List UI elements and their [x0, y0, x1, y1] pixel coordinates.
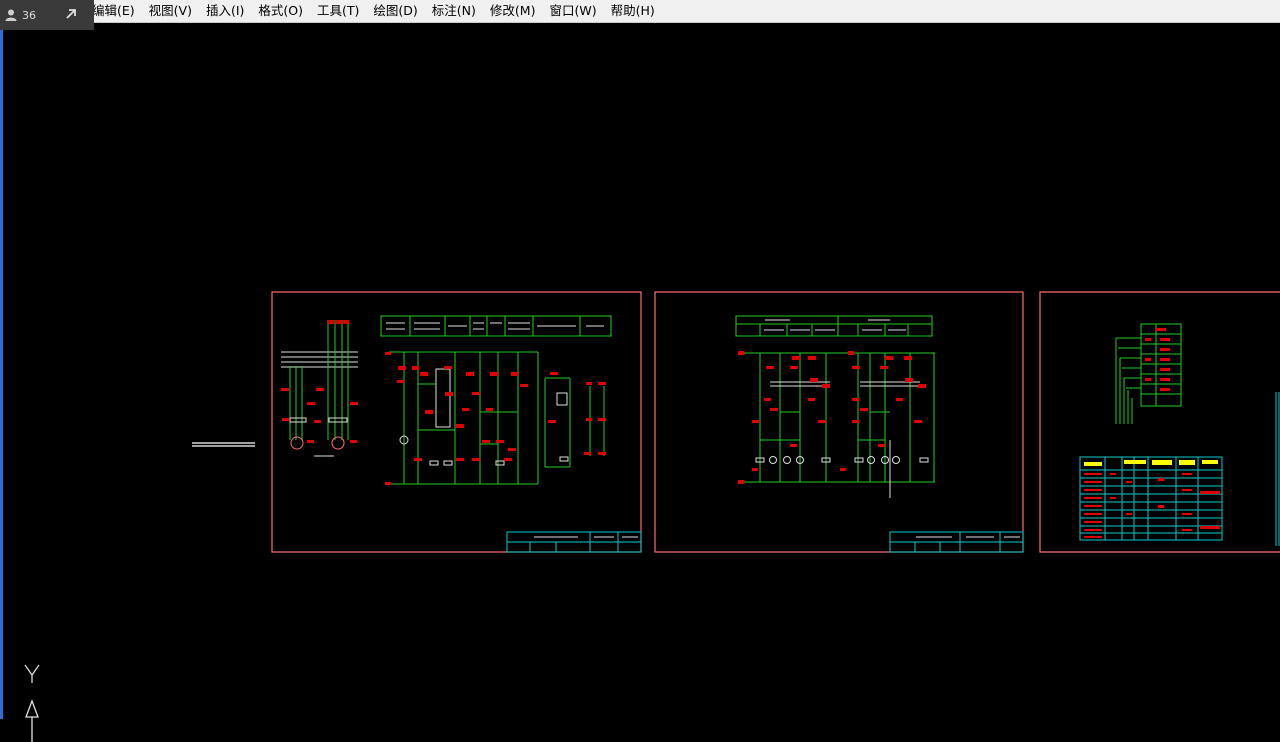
sheet-2-labels	[738, 351, 926, 484]
cad-drawing	[192, 291, 1280, 553]
menu-format[interactable]: 格式(O)	[251, 0, 310, 22]
menu-items: 编辑(E) 视图(V) 插入(I) 格式(O) 工具(T) 绘图(D) 标注(N…	[92, 0, 662, 22]
equipment-table-values	[1084, 473, 1220, 538]
sheet-1-header-text	[386, 322, 604, 330]
badge-count: 36	[22, 8, 36, 22]
sheet-3[interactable]	[1039, 291, 1280, 553]
menu-window[interactable]: 窗口(W)	[542, 0, 603, 22]
sheet-3-edge-block	[1275, 392, 1280, 546]
menu-dimension[interactable]: 标注(N)	[425, 0, 483, 22]
drawing-canvas[interactable]	[3, 23, 1280, 742]
arrow-up-right-icon[interactable]	[64, 7, 78, 21]
menu-bar: 编辑(E) 视图(V) 插入(I) 格式(O) 工具(T) 绘图(D) 标注(N…	[0, 0, 1280, 23]
sheet-2-frame	[654, 291, 1024, 553]
menu-tools[interactable]: 工具(T)	[310, 0, 366, 22]
terminal-labels	[1145, 328, 1170, 391]
person-icon	[4, 8, 18, 22]
menu-help[interactable]: 帮助(H)	[604, 0, 662, 22]
control-circuit	[389, 351, 605, 485]
sheet-1-title-block	[506, 531, 642, 553]
menu-edit[interactable]: 编辑(E)	[92, 0, 142, 22]
menu-draw[interactable]: 绘图(D)	[366, 0, 424, 22]
sheet-2-title-block	[889, 531, 1024, 553]
primary-labels	[281, 320, 358, 443]
menu-insert[interactable]: 插入(I)	[199, 0, 251, 22]
session-badge[interactable]: 36	[0, 0, 94, 30]
sheet-2-header-table	[735, 315, 933, 337]
sheet-1-header-table	[380, 315, 612, 337]
primary-circuit	[281, 320, 358, 450]
ucs-axis-icon	[17, 663, 47, 742]
sheet-2-circuit	[742, 352, 935, 498]
sheet-2[interactable]	[654, 291, 1024, 553]
sheet-1-frame	[271, 291, 642, 553]
menu-modify[interactable]: 修改(M)	[483, 0, 543, 22]
menu-view[interactable]: 视图(V)	[142, 0, 199, 22]
sheet-1[interactable]	[271, 291, 642, 553]
side-label	[192, 442, 255, 447]
